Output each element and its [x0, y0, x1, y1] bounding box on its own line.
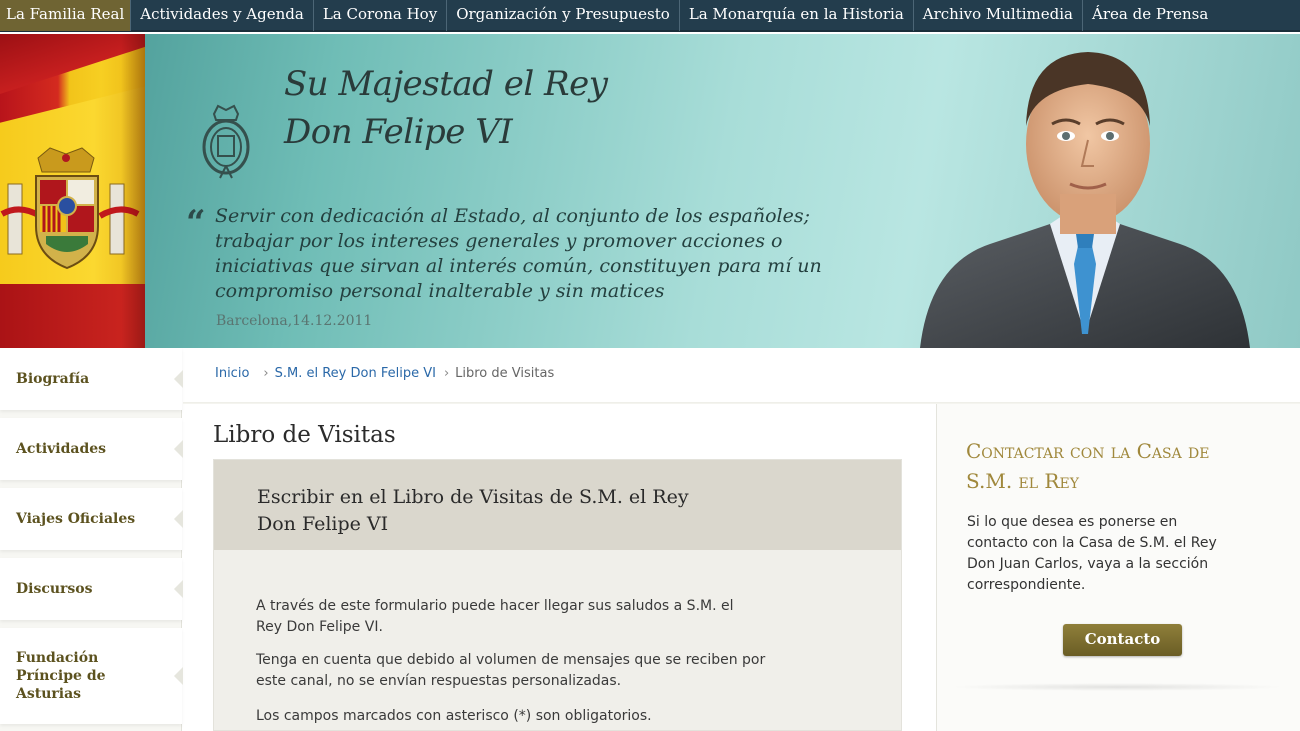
paragraph-line: Tenga en cuenta que debido al volumen de…: [256, 652, 766, 668]
sidebar-label-line: Asturias: [16, 686, 82, 702]
sidebar-item-discursos[interactable]: Discursos: [0, 558, 183, 620]
contact-text-line: correspondiente.: [967, 577, 1086, 593]
breadcrumb-home-link[interactable]: Inicio: [215, 366, 249, 381]
card-header: Escribir en el Libro de Visitas de S.M. …: [214, 460, 901, 550]
nav-actividades-y-agenda[interactable]: Actividades y Agenda: [130, 0, 313, 31]
quote-place-date: Barcelona,14.12.2011: [216, 313, 373, 329]
nav-la-corona-hoy[interactable]: La Corona Hoy: [312, 0, 446, 31]
sidebar-item-viajes-oficiales[interactable]: Viajes Oficiales: [0, 488, 183, 550]
contact-description: Si lo que desea es ponerse en contacto c…: [967, 512, 1287, 596]
top-navigation: La Familia Real Actividades y Agenda La …: [0, 0, 1300, 32]
sidebar-item-label: Fundación Príncipe de Asturias: [16, 649, 106, 703]
quote-mark-icon: “: [186, 203, 206, 243]
contact-box-title: Contactar con la Casa de S.M. el Rey: [966, 436, 1209, 496]
card-title-line: Escribir en el Libro de Visitas de S.M. …: [257, 486, 689, 508]
page-title: Libro de Visitas: [213, 422, 396, 448]
quote-line: trabajar por los intereses generales y p…: [215, 230, 783, 252]
paragraph-line: este canal, no se envían respuestas pers…: [256, 673, 622, 689]
divider: [950, 683, 1285, 691]
king-portrait-image: [920, 52, 1250, 348]
contacto-button[interactable]: Contacto: [1063, 624, 1182, 656]
sidebar-item-label: Biografía: [16, 371, 90, 387]
guestbook-card: Escribir en el Libro de Visitas de S.M. …: [213, 459, 902, 731]
sidebar-item-label: Viajes Oficiales: [16, 511, 136, 527]
quote-line: iniciativas que sirvan al interés común,…: [215, 255, 822, 277]
contact-title-line: Contactar con la Casa de: [966, 439, 1210, 463]
card-title: Escribir en el Libro de Visitas de S.M. …: [257, 484, 689, 538]
left-sidebar: Biografía Actividades Viajes Oficiales D…: [0, 348, 183, 731]
paragraph-line: Los campos marcados con asterisco (*) so…: [256, 708, 652, 724]
contact-text-line: Don Juan Carlos, vaya a la sección: [967, 556, 1209, 572]
paragraph-line: A través de este formulario puede hacer …: [256, 598, 734, 614]
contact-title-line: S.M. el Rey: [966, 469, 1079, 493]
contact-text-line: contacto con la Casa de S.M. el Rey: [967, 535, 1217, 551]
sidebar-item-biografia[interactable]: Biografía: [0, 348, 183, 410]
banner-title-line-1: Su Majestad el Rey: [284, 64, 608, 104]
nav-archivo-multimedia[interactable]: Archivo Multimedia: [912, 0, 1082, 31]
nav-organizacion-y-presupuesto[interactable]: Organización y Presupuesto: [446, 0, 679, 31]
contact-text-line: Si lo que desea es ponerse en: [967, 514, 1178, 530]
sidebar-label-line: Príncipe de: [16, 668, 106, 684]
paragraph-line: Rey Don Felipe VI.: [256, 619, 383, 635]
coat-of-arms-icon: [0, 147, 140, 270]
spanish-flag-image: [0, 34, 145, 348]
sidebar-label-line: Fundación: [16, 650, 99, 666]
royal-crest-icon: [202, 104, 250, 179]
banner-quote: Servir con dedicación al Estado, al conj…: [215, 204, 895, 304]
card-title-line: Don Felipe VI: [257, 513, 389, 535]
breadcrumb: Inicio › S.M. el Rey Don Felipe VI › Libro d…: [215, 366, 554, 381]
nav-la-monarquia-en-la-historia[interactable]: La Monarquía en la Historia: [678, 0, 913, 31]
breadcrumb-parent-link[interactable]: S.M. el Rey Don Felipe VI: [275, 366, 436, 381]
header-banner: Su Majestad el Rey Don Felipe VI “ Servi…: [0, 34, 1300, 348]
quote-line: Servir con dedicación al Estado, al conj…: [215, 205, 811, 227]
quote-line: compromiso personal inalterable y sin ma…: [215, 280, 665, 302]
sidebar-item-label: Discursos: [16, 581, 93, 597]
sidebar-item-label: Actividades: [16, 441, 107, 457]
sidebar-item-actividades[interactable]: Actividades: [0, 418, 183, 480]
sidebar-item-fundacion[interactable]: Fundación Príncipe de Asturias: [0, 628, 183, 724]
nav-la-familia-real[interactable]: La Familia Real: [0, 0, 131, 31]
nav-area-de-prensa[interactable]: Área de Prensa: [1082, 0, 1217, 31]
banner-title-line-2: Don Felipe VI: [284, 112, 513, 152]
breadcrumb-current: Libro de Visitas: [455, 366, 555, 381]
card-body: A través de este formulario puede hacer …: [256, 584, 866, 731]
breadcrumb-separator: ›: [263, 366, 269, 381]
breadcrumb-separator: ›: [443, 366, 450, 381]
